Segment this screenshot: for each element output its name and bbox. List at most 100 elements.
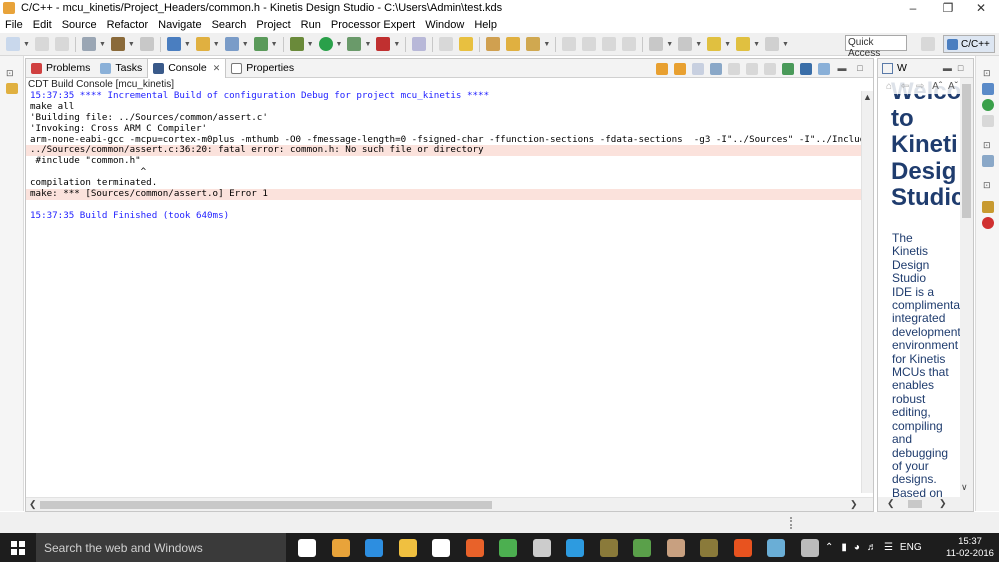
notifications-icon[interactable]: ☰ (884, 542, 893, 553)
quick-access-input[interactable]: Quick Access (845, 35, 907, 59)
chevron-down-icon[interactable]: ▼ (184, 41, 191, 48)
tab-welcome[interactable]: W (897, 62, 907, 74)
taskbar-app-button[interactable] (594, 536, 624, 559)
scroll-lock-icon[interactable] (656, 62, 668, 75)
taskbar-app-button[interactable] (426, 536, 456, 559)
word-wrap-icon[interactable] (622, 37, 637, 51)
chevron-down-icon[interactable]: ▼ (99, 41, 106, 48)
forward-icon[interactable]: ⇨ (916, 81, 924, 92)
task-list-icon[interactable] (982, 115, 994, 127)
scroll-left-icon[interactable]: ❮ (29, 499, 37, 510)
new-icon[interactable] (6, 37, 20, 51)
registers-icon[interactable] (982, 217, 994, 229)
status-handle[interactable] (790, 517, 792, 529)
menu-processor-expert[interactable]: Processor Expert (326, 19, 420, 31)
font-up-icon[interactable]: Aˆ (932, 81, 942, 92)
clear-console-icon[interactable] (746, 62, 758, 75)
debug-icon[interactable] (289, 37, 304, 51)
paste-icon[interactable] (728, 62, 740, 75)
next-annotation-icon[interactable] (439, 37, 454, 51)
pin-console-icon[interactable] (692, 62, 704, 75)
volume-icon[interactable]: ♬ (867, 542, 877, 553)
horizontal-scrollbar[interactable]: ❮ ❯ (878, 497, 973, 511)
taskbar-app-button[interactable] (560, 536, 590, 559)
menu-refactor[interactable]: Refactor (102, 19, 154, 31)
open-console-icon[interactable] (782, 62, 794, 75)
taskbar-app-button[interactable] (627, 536, 657, 559)
open-perspective-icon[interactable] (921, 37, 935, 51)
tab-console[interactable]: Console ✕ (147, 58, 227, 78)
copy-icon[interactable] (710, 62, 722, 75)
menu-help[interactable]: Help (469, 19, 502, 31)
console-output[interactable]: 15:37:35 **** Incremental Build of confi… (26, 91, 861, 493)
chevron-down-icon[interactable]: ▼ (724, 41, 731, 48)
start-button[interactable] (0, 533, 36, 562)
new-console-icon[interactable] (818, 62, 830, 75)
save-all-icon[interactable] (54, 37, 69, 51)
menu-window[interactable]: Window (420, 19, 469, 31)
display-console-icon[interactable] (800, 62, 812, 75)
toggle-mark-icon[interactable] (459, 37, 474, 51)
taskbar-app-button[interactable] (393, 536, 423, 559)
chevron-down-icon[interactable]: ▼ (242, 41, 249, 48)
menu-source[interactable]: Source (57, 19, 102, 31)
menu-edit[interactable]: Edit (28, 19, 57, 31)
word-wrap-icon[interactable] (764, 62, 776, 75)
menu-project[interactable]: Project (251, 19, 295, 31)
run-icon[interactable] (318, 37, 333, 51)
taskbar-app-button[interactable] (761, 536, 791, 559)
make-target-icon[interactable] (982, 99, 994, 111)
chevron-down-icon[interactable]: ▼ (128, 41, 135, 48)
wifi-icon[interactable]: ◕ (854, 542, 860, 553)
back-icon[interactable] (707, 37, 722, 51)
menu-run[interactable]: Run (296, 19, 326, 31)
battery-icon[interactable]: ▮ (841, 542, 847, 553)
tab-properties[interactable]: Properties (226, 59, 299, 78)
scroll-down-icon[interactable]: ∨ (961, 482, 968, 493)
chevron-down-icon[interactable]: ▼ (782, 41, 789, 48)
scrollbar-thumb[interactable] (40, 501, 492, 509)
minimize-button[interactable]: – (895, 0, 931, 16)
restore-icon[interactable]: ⊡ (983, 68, 991, 79)
minimize-view-icon[interactable]: ▬ (836, 63, 848, 75)
taskbar-app-button[interactable] (292, 536, 322, 559)
project-explorer-icon[interactable] (6, 83, 18, 94)
taskbar-app-button[interactable] (326, 536, 356, 559)
show-on-output-icon[interactable] (674, 62, 686, 75)
maximize-button[interactable]: ❐ (930, 0, 966, 16)
taskbar-app-button[interactable] (359, 536, 389, 559)
chevron-up-icon[interactable]: ⌃ (825, 542, 833, 553)
prev-edit-icon[interactable] (678, 37, 693, 51)
scroll-left-icon[interactable]: ❮ (887, 498, 895, 509)
taskbar-app-button[interactable] (795, 536, 825, 559)
new-folder-icon[interactable] (195, 37, 210, 51)
build-config-icon[interactable] (81, 37, 96, 51)
restore-icon[interactable]: ⊡ (983, 180, 991, 191)
clock[interactable]: 15:37 11-02-2016 (945, 536, 995, 560)
search-file-icon[interactable] (526, 37, 541, 51)
chevron-down-icon[interactable]: ▼ (307, 41, 314, 48)
chevron-down-icon[interactable]: ▼ (23, 41, 30, 48)
clean-icon[interactable] (139, 37, 154, 51)
maximize-view-icon[interactable]: □ (958, 63, 963, 73)
language-indicator[interactable]: ENG (900, 542, 922, 553)
vertical-scrollbar[interactable]: ▲ (861, 91, 873, 493)
scrollbar-thumb[interactable] (908, 500, 922, 508)
restore-icon[interactable]: ⊡ (983, 140, 991, 151)
next-edit-icon[interactable] (649, 37, 664, 51)
scrollbar-thumb[interactable] (962, 84, 971, 218)
new-file-icon[interactable] (224, 37, 239, 51)
minimize-view-icon[interactable]: ▬ (943, 63, 952, 73)
restore-icon[interactable]: ⊡ (6, 68, 14, 79)
tab-problems[interactable]: Problems (26, 59, 95, 78)
taskbar-app-button[interactable] (460, 536, 490, 559)
perspective-cpp-button[interactable]: C/C++ (943, 35, 995, 53)
show-whitespace-icon[interactable] (582, 37, 597, 51)
font-down-icon[interactable]: Aˇ (948, 81, 958, 92)
close-icon[interactable]: ✕ (213, 63, 221, 74)
menu-search[interactable]: Search (207, 19, 252, 31)
save-icon[interactable] (34, 37, 49, 51)
chevron-down-icon[interactable]: ▼ (364, 41, 371, 48)
back-icon[interactable]: ⇦ (901, 81, 909, 92)
skip-breakpoints-icon[interactable] (412, 37, 427, 51)
